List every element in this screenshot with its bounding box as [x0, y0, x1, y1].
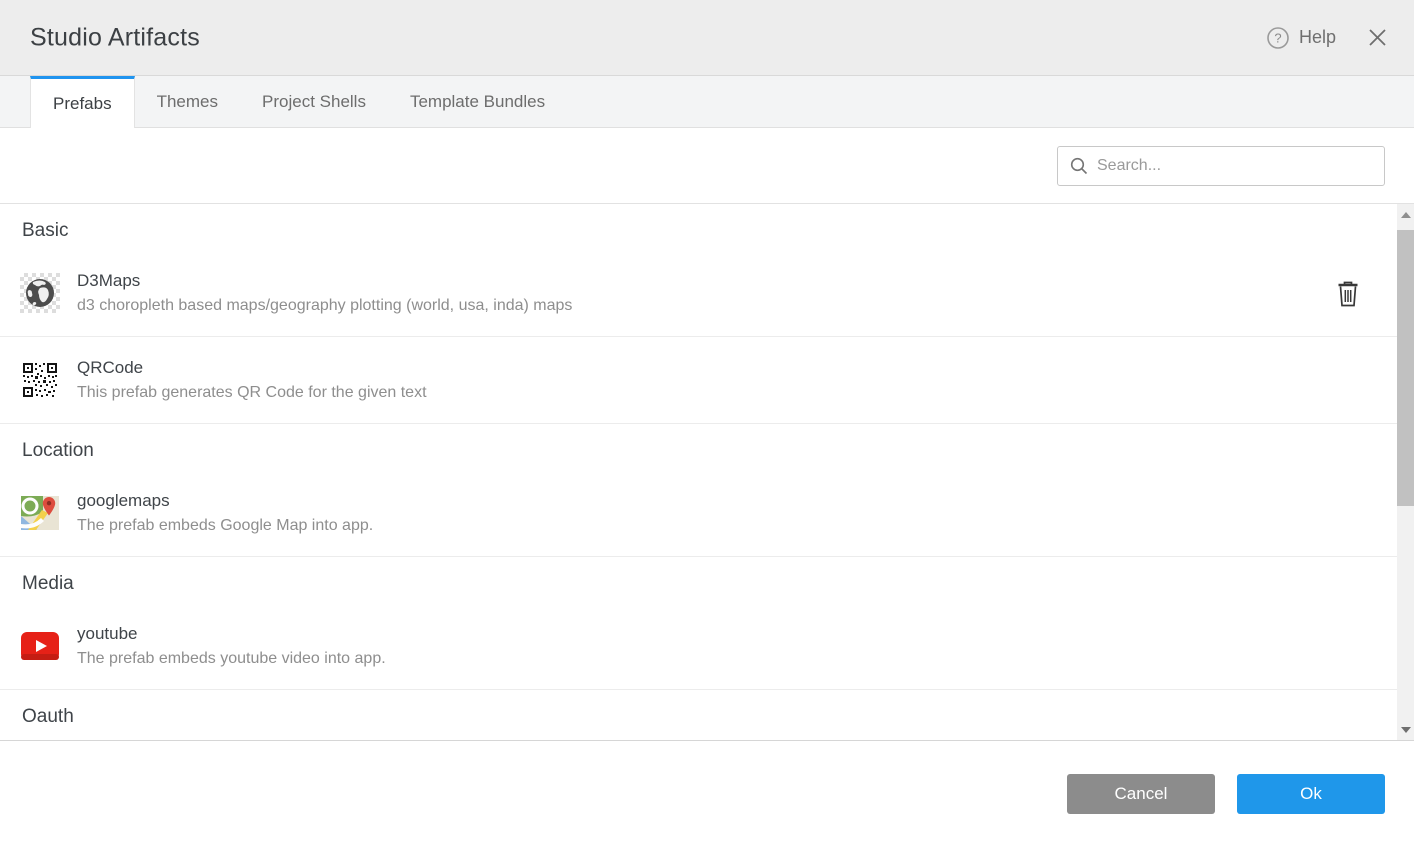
- dialog-header: Studio Artifacts ? Help: [0, 0, 1414, 76]
- prefab-title: QRCode: [77, 358, 427, 378]
- prefab-item-d3maps[interactable]: D3Maps d3 choropleth based maps/geograph…: [0, 250, 1397, 337]
- googlemaps-icon: [20, 494, 60, 532]
- scrollbar[interactable]: [1397, 204, 1414, 740]
- prefab-item-youtube[interactable]: youtube The prefab embeds youtube video …: [0, 603, 1397, 690]
- prefab-icon: [20, 626, 60, 666]
- tab-prefabs[interactable]: Prefabs: [30, 76, 135, 128]
- search-icon: [1070, 157, 1088, 175]
- help-label: Help: [1299, 27, 1336, 48]
- prefab-title: googlemaps: [77, 491, 373, 511]
- section-heading: Media: [0, 557, 1397, 603]
- prefab-list-container: Basic D3Maps d3 choropleth based maps/ge…: [0, 203, 1414, 741]
- help-icon: ?: [1266, 26, 1290, 50]
- prefab-description: The prefab embeds Google Map into app.: [77, 517, 373, 535]
- globe-icon: [20, 273, 60, 313]
- prefab-description: This prefab generates QR Code for the gi…: [77, 384, 427, 402]
- search-row: [0, 128, 1414, 203]
- prefab-description: The prefab embeds youtube video into app…: [77, 650, 386, 668]
- scroll-up-icon[interactable]: [1397, 206, 1414, 223]
- tab-themes[interactable]: Themes: [135, 76, 240, 127]
- tab-project-shells[interactable]: Project Shells: [240, 76, 388, 127]
- prefab-icon: [20, 493, 60, 533]
- tab-template-bundles[interactable]: Template Bundles: [388, 76, 567, 127]
- section-heading: Basic: [0, 204, 1397, 250]
- ok-button[interactable]: Ok: [1237, 774, 1385, 814]
- section-heading: Oauth: [0, 690, 1397, 736]
- prefab-item-googlemaps[interactable]: googlemaps The prefab embeds Google Map …: [0, 470, 1397, 557]
- prefab-list: Basic D3Maps d3 choropleth based maps/ge…: [0, 204, 1397, 736]
- qrcode-icon: [22, 362, 58, 398]
- section-heading: Location: [0, 424, 1397, 470]
- youtube-icon: [21, 632, 59, 660]
- scrollbar-thumb[interactable]: [1397, 230, 1414, 506]
- page-title: Studio Artifacts: [30, 23, 200, 52]
- cancel-button[interactable]: Cancel: [1067, 774, 1215, 814]
- help-button[interactable]: ? Help: [1266, 0, 1336, 75]
- prefab-title: D3Maps: [77, 271, 572, 291]
- prefab-description: d3 choropleth based maps/geography plott…: [77, 297, 572, 315]
- prefab-title: youtube: [77, 624, 386, 644]
- dialog-footer: Cancel Ok: [0, 742, 1414, 844]
- svg-text:?: ?: [1274, 30, 1281, 45]
- search-box[interactable]: [1057, 146, 1385, 186]
- delete-icon[interactable]: [1335, 279, 1361, 307]
- prefab-icon: [20, 360, 60, 400]
- scroll-down-icon[interactable]: [1397, 721, 1414, 738]
- prefab-item-qrcode[interactable]: QRCode This prefab generates QR Code for…: [0, 337, 1397, 424]
- search-input[interactable]: [1097, 157, 1372, 175]
- close-icon[interactable]: [1366, 27, 1388, 49]
- prefab-icon: [20, 273, 60, 313]
- tab-bar: Prefabs Themes Project Shells Template B…: [0, 76, 1414, 128]
